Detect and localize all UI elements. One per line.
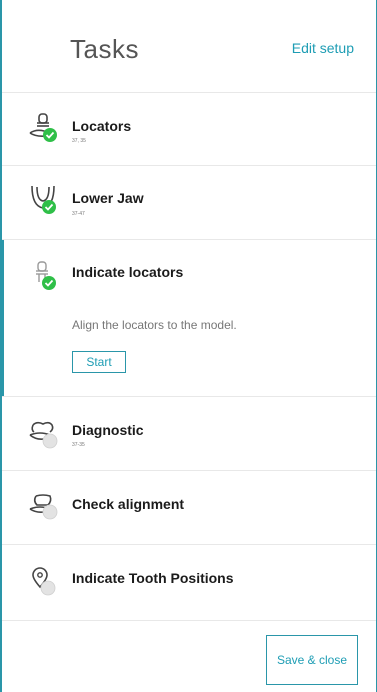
- page-title: Tasks: [70, 34, 139, 64]
- task-item-diagnostic[interactable]: Diagnostic 37-35: [2, 397, 376, 471]
- task-name: Indicate locators: [72, 264, 184, 280]
- task-item-lower-jaw[interactable]: Lower Jaw 37-47: [2, 166, 376, 240]
- save-and-close-button[interactable]: Save & close: [266, 635, 358, 685]
- task-name: Check alignment: [72, 496, 185, 512]
- start-button[interactable]: Start: [72, 351, 126, 373]
- task-name: Lower Jaw: [72, 190, 144, 206]
- status-done-icon: [43, 128, 57, 142]
- status-done-icon: [42, 200, 56, 214]
- location-pin-icon: [32, 567, 56, 596]
- task-item-indicate-locators[interactable]: Indicate locators Align the locators to …: [0, 240, 376, 397]
- tooth-icon: [29, 421, 58, 449]
- edit-setup-link[interactable]: Edit setup: [292, 40, 354, 56]
- task-sub: 37-35: [72, 442, 85, 448]
- status-done-icon: [42, 276, 56, 290]
- status-pending-icon: [42, 433, 58, 449]
- task-item-locators[interactable]: Locators 37, 35: [2, 93, 376, 166]
- status-pending-icon: [40, 580, 56, 596]
- locator-outline-icon: [36, 261, 56, 290]
- task-item-check-alignment[interactable]: Check alignment: [2, 471, 376, 545]
- panel-header: Tasks Edit setup: [2, 0, 376, 93]
- lower-jaw-icon: [31, 185, 56, 214]
- task-name: Indicate Tooth Positions: [72, 570, 234, 586]
- locator-icon: [29, 113, 57, 142]
- alignment-icon: [29, 494, 58, 520]
- task-sub: 37, 35: [72, 138, 86, 144]
- task-name: Diagnostic: [72, 422, 144, 438]
- task-item-indicate-tooth-positions[interactable]: Indicate Tooth Positions: [2, 545, 376, 619]
- panel-footer: Save & close: [2, 620, 376, 692]
- task-name: Locators: [72, 118, 132, 134]
- task-description: Align the locators to the model.: [72, 318, 237, 332]
- status-pending-icon: [42, 504, 58, 520]
- task-sub: 37-47: [72, 211, 85, 217]
- tasks-panel: Tasks Edit setup Locators 37, 35 Lower J…: [0, 0, 377, 692]
